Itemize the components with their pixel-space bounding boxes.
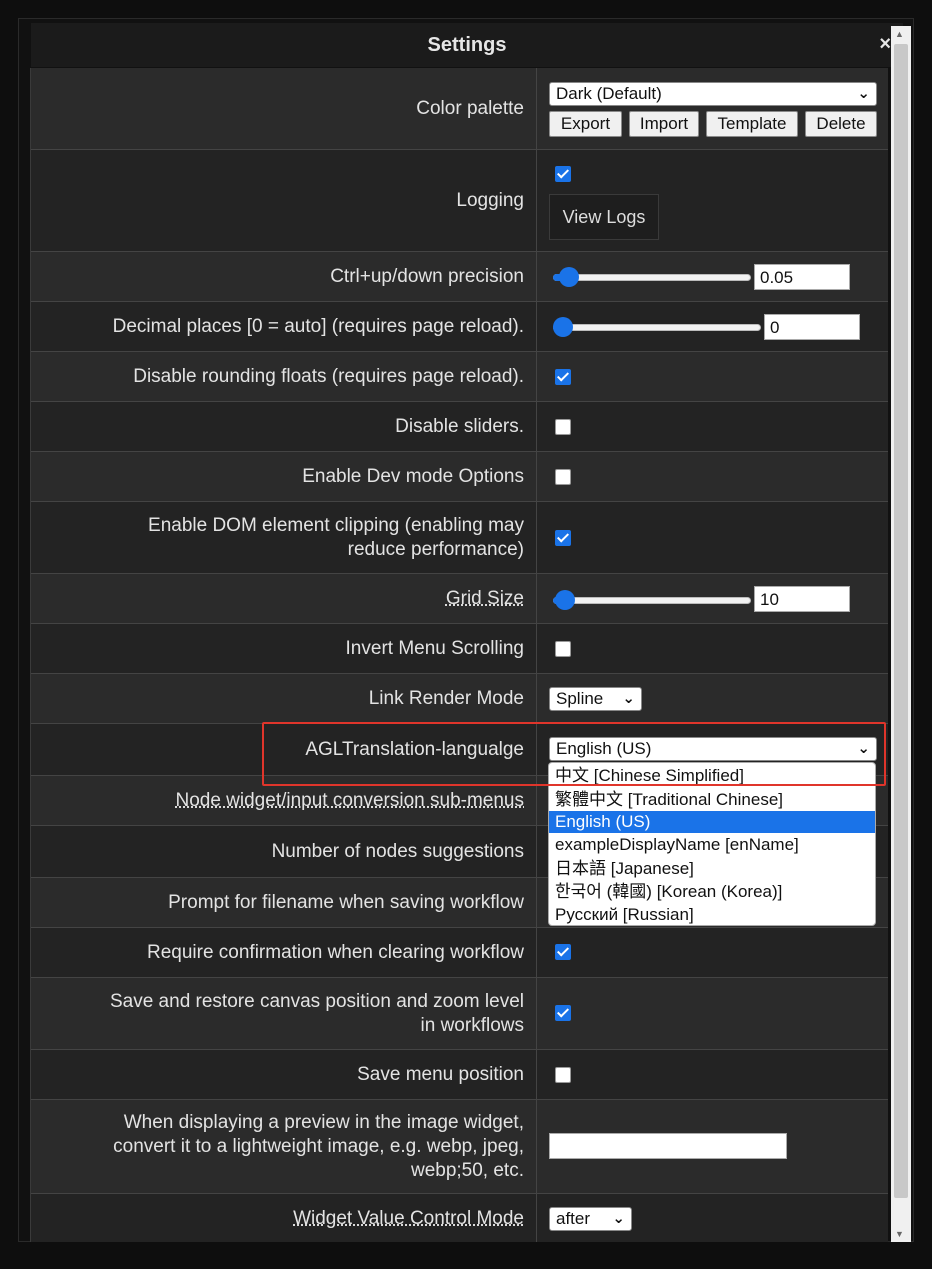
row-label: Widget Value Control Mode [31,1194,537,1242]
import-button[interactable]: Import [629,111,699,137]
invert-menu-checkbox[interactable] [555,641,571,657]
delete-button[interactable]: Delete [805,111,877,137]
export-button[interactable]: Export [549,111,622,137]
language-option[interactable]: exampleDisplayName [enName] [549,834,875,856]
view-logs-button[interactable]: View Logs [549,194,659,240]
chevron-down-icon: ⌄ [612,1210,625,1227]
row-label: Logging [31,150,537,251]
row-label: Decimal places [0 = auto] (requires page… [31,302,537,351]
row-label: Save menu position [31,1050,537,1099]
ctrl-precision-input[interactable]: 0.05 [754,264,850,290]
row-label: Ctrl+up/down precision [31,252,537,301]
chevron-down-icon: ⌄ [622,690,635,707]
language-option[interactable]: 한국어 (韓國) [Korean (Korea)] [549,881,875,903]
close-icon[interactable]: × [879,33,891,55]
ctrl-precision-slider[interactable] [553,267,751,287]
row-label: Link Render Mode [31,674,537,723]
row-label: Invert Menu Scrolling [31,624,537,673]
row-decimal-places: Decimal places [0 = auto] (requires page… [31,302,888,352]
slider-thumb[interactable] [559,267,579,287]
annotation-highlight-box [262,722,886,786]
slider-thumb[interactable] [555,590,575,610]
row-label: Prompt for filename when saving workflow [31,878,537,927]
row-disable-sliders: Disable sliders. [31,402,888,452]
row-save-menu: Save menu position [31,1050,888,1100]
row-label: Require confirmation when clearing workf… [31,928,537,977]
row-label: Number of nodes suggestions [31,826,537,877]
language-option[interactable]: 日本語 [Japanese] [549,858,875,880]
disable-rounding-checkbox[interactable] [555,369,571,385]
row-dev-mode: Enable Dev mode Options [31,452,888,502]
scrollbar[interactable]: ▲ ▼ [891,26,911,1242]
language-option-selected[interactable]: English (US) [549,811,875,833]
row-label: Color palette [31,68,537,149]
row-link-render: Link Render Mode Spline ⌄ [31,674,888,724]
row-label: Enable Dev mode Options [31,452,537,501]
row-widget-control: Widget Value Control Mode after ⌄ [31,1194,888,1242]
logging-checkbox[interactable] [555,166,571,182]
row-dom-clipping: Enable DOM element clipping (enabling ma… [31,502,888,574]
row-invert-menu: Invert Menu Scrolling [31,624,888,674]
row-preview-format: When displaying a preview in the image w… [31,1100,888,1194]
settings-table: Color palette Dark (Default) ⌄ Export Imp… [30,68,888,1242]
require-confirm-checkbox[interactable] [555,944,571,960]
row-label: Grid Size [31,574,537,623]
decimal-places-slider[interactable] [553,317,761,337]
row-save-canvas: Save and restore canvas position and zoo… [31,978,888,1050]
row-disable-rounding: Disable rounding floats (requires page r… [31,352,888,402]
scroll-thumb[interactable] [894,44,908,1198]
save-menu-checkbox[interactable] [555,1067,571,1083]
dom-clipping-checkbox[interactable] [555,530,571,546]
dialog-title: Settings [427,34,507,56]
row-label: Enable DOM element clipping (enabling ma… [31,502,537,573]
language-option[interactable]: 繁體中文 [Traditional Chinese] [549,789,875,811]
preview-format-input[interactable] [549,1133,787,1159]
scroll-down-icon[interactable]: ▼ [895,1229,904,1239]
row-label: Disable rounding floats (requires page r… [31,352,537,401]
row-grid-size: Grid Size 10 [31,574,888,624]
template-button[interactable]: Template [706,111,798,137]
decimal-places-input[interactable]: 0 [764,314,860,340]
slider-thumb[interactable] [553,317,573,337]
language-option[interactable]: Русский [Russian] [549,904,875,926]
row-label: Save and restore canvas position and zoo… [31,978,537,1049]
row-require-confirm: Require confirmation when clearing workf… [31,928,888,978]
chevron-down-icon: ⌄ [857,85,870,102]
grid-size-slider[interactable] [553,590,751,610]
widget-control-select[interactable]: after ⌄ [549,1207,632,1231]
color-palette-select[interactable]: Dark (Default) ⌄ [549,82,877,106]
row-ctrl-precision: Ctrl+up/down precision 0.05 [31,252,888,302]
row-color-palette: Color palette Dark (Default) ⌄ Export Imp… [31,68,888,150]
row-label: Disable sliders. [31,402,537,451]
row-logging: Logging View Logs [31,150,888,252]
grid-size-input[interactable]: 10 [754,586,850,612]
row-label: When displaying a preview in the image w… [31,1100,537,1193]
scroll-up-icon[interactable]: ▲ [895,29,904,39]
language-dropdown-list: 中文 [Chinese Simplified] 繁體中文 [Traditiona… [548,762,876,926]
dev-mode-checkbox[interactable] [555,469,571,485]
link-render-select[interactable]: Spline ⌄ [549,687,642,711]
disable-sliders-checkbox[interactable] [555,419,571,435]
dialog-titlebar: Settings × [31,23,903,67]
save-canvas-checkbox[interactable] [555,1005,571,1021]
